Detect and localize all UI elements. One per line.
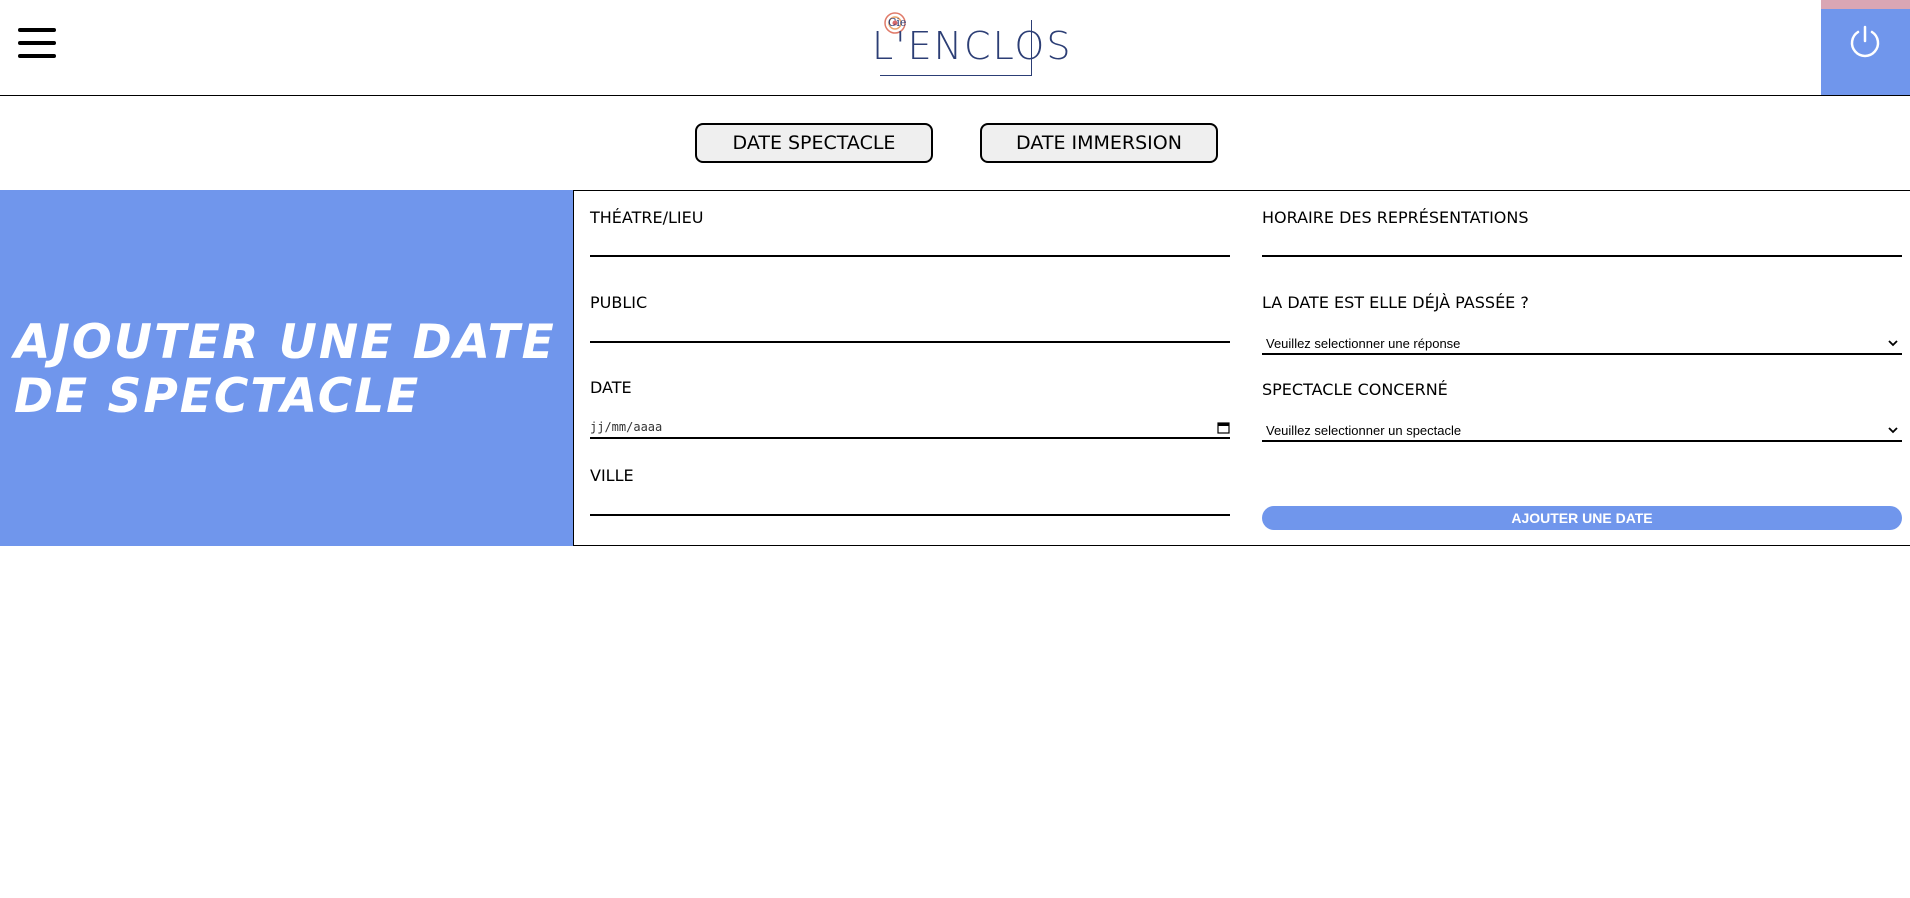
add-date-form: THÉATRE/LIEU PUBLIC DATE jj/mm/aaaa VILL…: [573, 190, 1910, 546]
passee-select[interactable]: Veuillez selectionner une réponse: [1262, 333, 1902, 355]
spectacle-label: SPECTACLE CONCERNÉ: [1262, 380, 1448, 399]
top-header: Cie L'ENCLOS: [0, 0, 1910, 96]
passee-label: LA DATE EST ELLE DÉJÀ PASSÉE ?: [1262, 293, 1529, 312]
site-logo[interactable]: Cie L'ENCLOS: [868, 8, 1070, 78]
power-icon: [1850, 25, 1880, 58]
date-input[interactable]: jj/mm/aaaa: [590, 417, 1230, 439]
public-input[interactable]: [590, 317, 1230, 343]
add-date-button[interactable]: AJOUTER UNE DATE: [1262, 506, 1902, 530]
ville-input[interactable]: [590, 490, 1230, 516]
theatre-label: THÉATRE/LIEU: [590, 208, 704, 227]
calendar-icon[interactable]: [1217, 421, 1230, 434]
chevron-down-icon: [1888, 427, 1898, 434]
spectacle-select[interactable]: Veuillez selectionner un spectacle: [1262, 420, 1902, 442]
theatre-input[interactable]: [590, 231, 1230, 257]
ville-label: VILLE: [590, 466, 634, 485]
spectacle-selected-value: Veuillez selectionner un spectacle: [1266, 422, 1462, 438]
form-title-panel: Ajouter une date de spectacle: [0, 190, 573, 546]
power-accent-bar: [1821, 0, 1910, 9]
date-label: DATE: [590, 378, 632, 397]
passee-selected-value: Veuillez selectionner une réponse: [1266, 335, 1461, 351]
logout-button[interactable]: [1821, 0, 1910, 95]
tab-date-immersion[interactable]: DATE IMMERSION: [980, 123, 1218, 163]
public-label: PUBLIC: [590, 293, 648, 312]
horaire-label: HORAIRE DES REPRÉSENTATIONS: [1262, 208, 1529, 227]
hamburger-menu-icon[interactable]: [18, 28, 56, 58]
horaire-input[interactable]: [1262, 231, 1902, 257]
menu-bar: [18, 28, 56, 32]
chevron-down-icon: [1888, 340, 1898, 347]
tab-date-spectacle[interactable]: DATE SPECTACLE: [695, 123, 933, 163]
date-placeholder: jj/mm/aaaa: [590, 420, 663, 434]
menu-bar: [18, 54, 56, 58]
logo-text: L'ENCLOS: [872, 24, 1073, 68]
page-title: Ajouter une date de spectacle: [14, 315, 556, 424]
menu-bar: [18, 41, 56, 45]
